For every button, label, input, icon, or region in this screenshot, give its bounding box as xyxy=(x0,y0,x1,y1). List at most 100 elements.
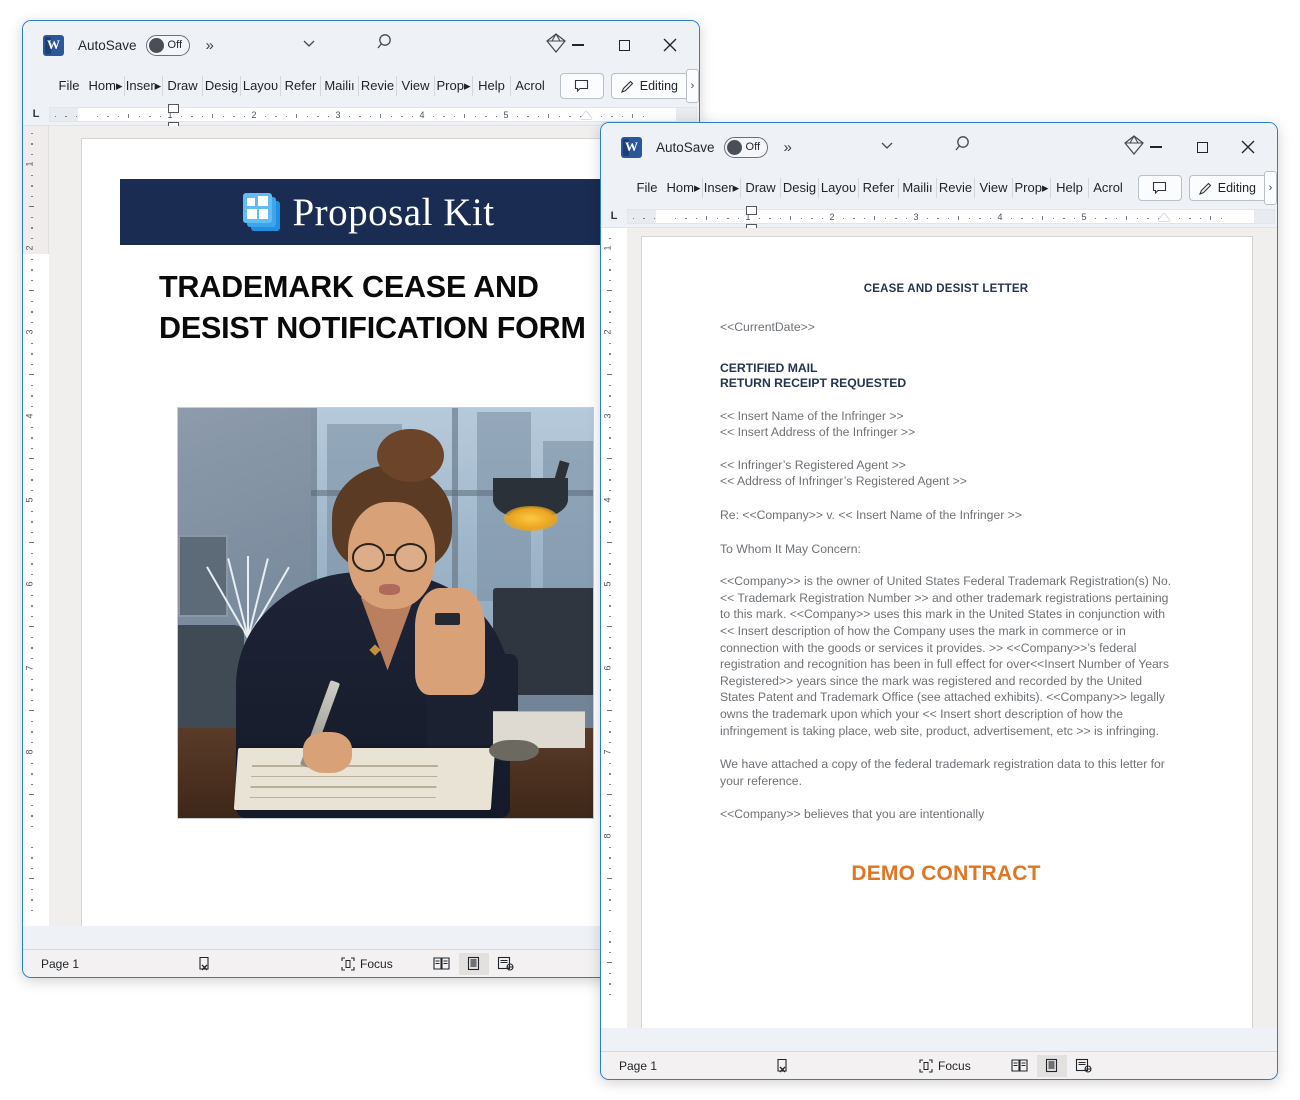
tab-insert[interactable]: Inser▸ xyxy=(125,76,163,96)
ruler-tick xyxy=(31,479,33,481)
tab-review[interactable]: Revie xyxy=(359,76,397,96)
close-button[interactable] xyxy=(647,28,693,62)
first-line-indent-marker[interactable] xyxy=(168,103,179,113)
ruler-tick xyxy=(609,699,611,702)
titlebar-more-button[interactable]: » xyxy=(784,139,792,156)
comment-button[interactable] xyxy=(1137,175,1182,201)
titlebar-dropdown-chevron-icon[interactable] xyxy=(879,137,895,153)
tab-layout[interactable]: Layoυ xyxy=(241,76,281,96)
vertical-ruler[interactable]: 1 2 3 4 5 6 7 8 xyxy=(23,126,49,926)
right-indent-marker[interactable] xyxy=(1158,212,1170,221)
search-icon[interactable] xyxy=(953,133,975,155)
titlebar-dropdown-chevron-icon[interactable] xyxy=(301,35,317,51)
document-page-1[interactable]: Proposal Kit TRADEMARK CEASE AND DESIST … xyxy=(81,138,621,926)
read-mode-icon[interactable] xyxy=(1005,1055,1035,1077)
letter-content[interactable]: CEASE AND DESIST LETTER <<CurrentDate>> … xyxy=(720,283,1172,886)
page-indicator[interactable]: Page 1 xyxy=(619,1059,657,1073)
tab-design[interactable]: Desiɡ xyxy=(781,178,819,198)
ruler-tick xyxy=(29,206,34,208)
tab-design[interactable]: Desiɡ xyxy=(203,76,241,96)
tab-draw[interactable]: Draw xyxy=(741,178,781,198)
ruler-tick xyxy=(643,217,645,220)
right-indent-marker[interactable] xyxy=(580,110,592,119)
web-layout-icon[interactable] xyxy=(1069,1055,1099,1077)
ruler-tick xyxy=(107,115,109,118)
autosave-toggle[interactable]: Off xyxy=(145,34,190,56)
maximize-button[interactable] xyxy=(1179,130,1225,164)
tab-view[interactable]: View xyxy=(397,76,435,96)
tab-proposalkit[interactable]: Prop▸ xyxy=(1013,178,1051,198)
editing-mode-button[interactable]: Editing xyxy=(610,73,693,99)
ruler-tick xyxy=(29,290,34,292)
ruler-tick xyxy=(609,510,611,513)
ruler-number: 8 xyxy=(24,749,35,755)
page-indicator[interactable]: Page 1 xyxy=(41,957,79,971)
focus-icon xyxy=(919,1058,933,1073)
ruler-tick xyxy=(474,115,477,118)
tab-stop-selector[interactable]: L xyxy=(23,103,49,126)
ruler-tick xyxy=(243,115,246,118)
autosave-toggle[interactable]: Off xyxy=(723,136,768,158)
word-window-trademark-form[interactable]: W AutoSave Off » File Hom▸ Inser▸ Draw D… xyxy=(22,20,700,978)
ruler-tick xyxy=(29,374,34,376)
maximize-button[interactable] xyxy=(601,28,647,62)
tab-file[interactable]: File xyxy=(629,178,665,198)
ruler-tick xyxy=(1021,217,1023,220)
tab-home[interactable]: Hom▸ xyxy=(665,178,703,198)
print-layout-icon[interactable] xyxy=(1036,1054,1067,1077)
tab-acrobat[interactable]: Acrol xyxy=(511,76,549,96)
ruler-tick xyxy=(31,521,33,523)
tab-mailings[interactable]: Mailiı xyxy=(321,76,359,96)
minimize-button[interactable] xyxy=(555,28,601,62)
editing-mode-button[interactable]: Editing xyxy=(1188,175,1271,201)
horizontal-ruler[interactable]: L 12345 xyxy=(601,205,1277,233)
first-line-indent-marker[interactable] xyxy=(746,205,757,215)
word-window-cease-desist-letter[interactable]: W AutoSave Off » File Hom▸ Inser▸ Draw D… xyxy=(600,122,1278,1080)
vertical-ruler[interactable]: 1 2 3 4 5 6 7 8 xyxy=(601,228,627,1028)
pencil-icon xyxy=(620,80,634,93)
minimize-button[interactable] xyxy=(1133,130,1179,164)
ruler-tick xyxy=(31,825,33,828)
search-icon[interactable] xyxy=(375,31,397,53)
tab-review[interactable]: Revie xyxy=(937,178,975,198)
web-layout-icon[interactable] xyxy=(491,953,521,975)
tab-help[interactable]: Help xyxy=(1051,178,1089,198)
tab-proposalkit[interactable]: Prop▸ xyxy=(435,76,473,96)
close-button[interactable] xyxy=(1225,130,1271,164)
print-layout-icon[interactable] xyxy=(458,952,489,975)
horizontal-ruler[interactable]: L 12345 xyxy=(23,103,699,131)
comment-button[interactable] xyxy=(559,73,604,99)
body-paragraph: <<Company>> is the owner of United State… xyxy=(720,574,1172,738)
tab-mailings[interactable]: Mailiı xyxy=(899,178,937,198)
tab-file[interactable]: File xyxy=(51,76,87,96)
ruler-tick xyxy=(31,773,33,775)
proofing-errors-icon[interactable] xyxy=(775,1058,791,1074)
horizontal-ruler-strip[interactable]: 12345 xyxy=(49,103,697,131)
tab-references[interactable]: Refer xyxy=(859,178,899,198)
read-mode-icon[interactable] xyxy=(427,953,457,975)
titlebar-more-button[interactable]: » xyxy=(206,37,214,54)
horizontal-ruler-strip[interactable]: 12345 xyxy=(627,205,1275,233)
tab-layout[interactable]: Layoυ xyxy=(819,178,859,198)
ruler-tick xyxy=(609,521,611,523)
ruler-tick xyxy=(609,983,611,985)
focus-button[interactable]: Focus xyxy=(341,957,393,971)
focus-label: Focus xyxy=(360,956,393,971)
tab-acrobat[interactable]: Acrol xyxy=(1089,178,1127,198)
tab-help[interactable]: Help xyxy=(473,76,511,96)
tab-home[interactable]: Hom▸ xyxy=(87,76,125,96)
re-line: Re: <<Company>> v. << Insert Name of the… xyxy=(720,507,1022,522)
tab-insert[interactable]: Inser▸ xyxy=(703,178,741,198)
document-canvas[interactable]: CEASE AND DESIST LETTER <<CurrentDate>> … xyxy=(627,228,1277,1028)
proofing-errors-icon[interactable] xyxy=(197,956,213,972)
tab-view[interactable]: View xyxy=(975,178,1013,198)
ribbon-overflow-chevron[interactable]: › xyxy=(686,69,699,103)
ribbon-overflow-chevron[interactable]: › xyxy=(1264,171,1277,205)
tab-draw[interactable]: Draw xyxy=(163,76,203,96)
tab-references[interactable]: Refer xyxy=(281,76,321,96)
tab-stop-selector[interactable]: L xyxy=(601,205,627,228)
ribbon-tabbar: File Hom▸ Inser▸ Draw Desiɡ Layoυ Refer … xyxy=(601,171,1277,205)
document-page-1[interactable]: CEASE AND DESIST LETTER <<CurrentDate>> … xyxy=(641,236,1253,1028)
focus-button[interactable]: Focus xyxy=(919,1059,971,1073)
vertical-ruler-page-band xyxy=(601,228,627,1028)
